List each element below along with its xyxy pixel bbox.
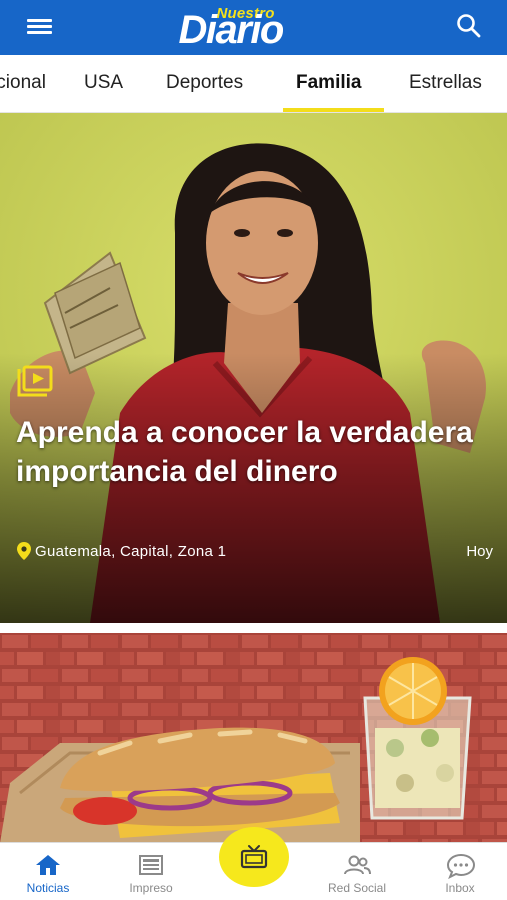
users-icon bbox=[344, 855, 371, 875]
article-time: Hoy bbox=[466, 543, 493, 560]
active-tab-indicator bbox=[283, 108, 384, 112]
hamburger-menu-icon[interactable] bbox=[22, 12, 58, 42]
tab-estrellas[interactable]: Estrellas bbox=[409, 55, 482, 112]
article-location: Guatemala, Capital, Zona 1 bbox=[35, 543, 227, 560]
newspaper-icon bbox=[139, 855, 163, 875]
tab-familia[interactable]: Familia bbox=[296, 55, 361, 112]
logo-main-text: Diario bbox=[178, 7, 285, 52]
nav-noticias-label: Noticias bbox=[26, 881, 70, 895]
hero-meta-row: Guatemala, Capital, Zona 1 Hoy bbox=[17, 541, 493, 563]
home-icon bbox=[36, 855, 60, 875]
second-article-card[interactable] bbox=[0, 633, 507, 843]
map-pin-icon bbox=[17, 542, 31, 560]
tab-deportes[interactable]: Deportes bbox=[166, 55, 243, 112]
nav-inbox-label: Inbox bbox=[445, 881, 475, 895]
nav-red-social[interactable]: Red Social bbox=[312, 843, 402, 900]
tv-icon bbox=[240, 845, 268, 869]
hero-article-card[interactable]: Aprenda a conocer la verdadera importanc… bbox=[0, 113, 507, 623]
tab-usa[interactable]: USA bbox=[84, 55, 123, 112]
nav-noticias[interactable]: Noticias bbox=[3, 843, 93, 900]
nav-impreso-label: Impreso bbox=[129, 881, 173, 895]
nav-impreso[interactable]: Impreso bbox=[106, 843, 196, 900]
tab-nacional[interactable]: Nacional bbox=[0, 55, 46, 112]
nuestro-diario-logo[interactable]: Nuestro Diario bbox=[178, 5, 329, 52]
chat-bubble-icon bbox=[446, 853, 476, 879]
live-tv-button[interactable] bbox=[219, 827, 289, 887]
search-icon[interactable] bbox=[453, 10, 485, 42]
nav-red-social-label: Red Social bbox=[327, 881, 387, 895]
nav-inbox[interactable]: Inbox bbox=[415, 843, 505, 900]
section-tabs: Nacional USA Deportes Familia Estrellas bbox=[0, 55, 507, 113]
top-app-bar: Nuestro Diario bbox=[0, 0, 507, 55]
second-article-image bbox=[0, 633, 507, 843]
video-play-icon bbox=[16, 365, 54, 399]
hero-headline[interactable]: Aprenda a conocer la verdadera importanc… bbox=[16, 413, 486, 491]
